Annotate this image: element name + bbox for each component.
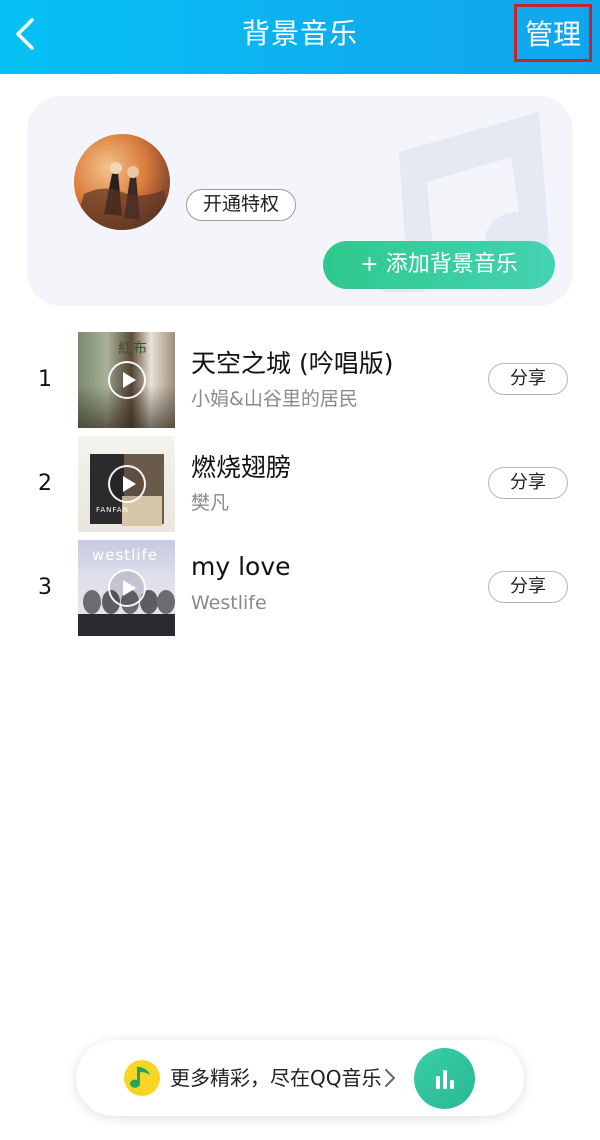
top-bar: 背景音乐 管理 — [0, 0, 600, 74]
song-title: my love — [191, 552, 291, 581]
song-cover[interactable]: FANFAN — [78, 436, 175, 532]
cover-title-text: FANFAN — [96, 506, 129, 514]
add-background-music-button[interactable]: + 添加背景音乐 — [323, 241, 555, 289]
open-privilege-button[interactable]: 开通特权 — [186, 189, 296, 221]
play-button[interactable] — [108, 465, 146, 503]
player-button[interactable] — [414, 1048, 475, 1109]
page-title: 背景音乐 — [241, 17, 358, 50]
play-button[interactable] — [108, 569, 146, 607]
qq-music-logo-icon — [124, 1060, 160, 1096]
promo-text: 更多精彩，尽在QQ音乐 — [170, 1066, 382, 1090]
song-index: 1 — [38, 367, 52, 392]
song-index: 3 — [38, 575, 52, 600]
song-artist: Westlife — [191, 592, 267, 614]
song-row[interactable]: 1 紅布 天空之城 (吟唱版) 小娟&山谷里的居民 分享 — [0, 332, 600, 428]
song-title: 天空之城 (吟唱版) — [191, 349, 394, 378]
background-music-card: 开通特权 + 添加背景音乐 — [27, 96, 573, 306]
song-cover[interactable]: westlife — [78, 540, 175, 636]
cover-title-text: 紅布 — [118, 341, 148, 357]
share-button[interactable]: 分享 — [488, 571, 568, 603]
song-artist: 樊凡 — [191, 492, 230, 514]
song-title: 燃烧翅膀 — [191, 453, 292, 482]
song-cover[interactable]: 紅布 — [78, 332, 175, 428]
share-button[interactable]: 分享 — [488, 467, 568, 499]
qq-music-promo-banner[interactable]: 更多精彩，尽在QQ音乐 — [76, 1040, 524, 1116]
play-button[interactable] — [108, 361, 146, 399]
avatar[interactable] — [74, 134, 170, 230]
chevron-right-icon — [384, 1068, 396, 1092]
song-artist: 小娟&山谷里的居民 — [191, 388, 358, 410]
song-row[interactable]: 2 FANFAN 燃烧翅膀 樊凡 分享 — [0, 436, 600, 532]
manage-button[interactable]: 管理 — [514, 4, 592, 62]
share-button[interactable]: 分享 — [488, 363, 568, 395]
song-row[interactable]: 3 westlife my love Westlife 分享 — [0, 540, 600, 636]
song-index: 2 — [38, 471, 52, 496]
